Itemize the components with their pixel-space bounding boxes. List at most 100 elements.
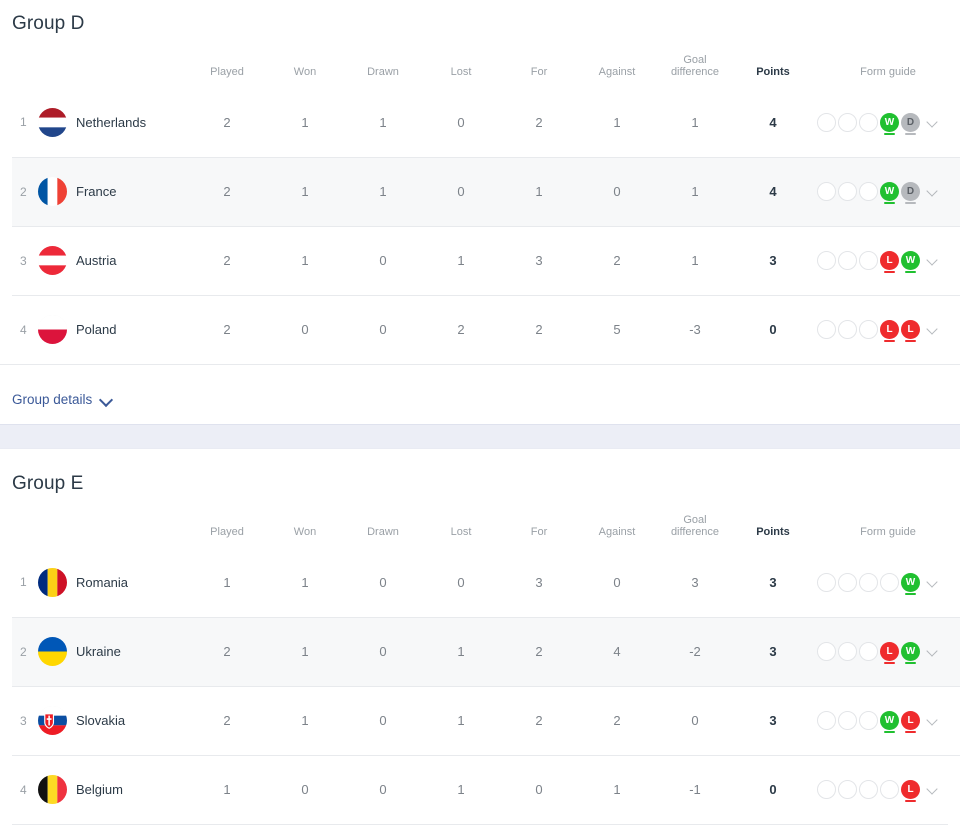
- row-points: 3: [734, 685, 812, 755]
- form-pip-empty: [838, 642, 857, 661]
- slovakia-flag: [38, 706, 67, 735]
- form-pip-w: W: [901, 251, 920, 273]
- form-pip-empty: [859, 251, 878, 270]
- form-pip-l: L: [901, 320, 920, 343]
- row-rank: 1: [20, 575, 27, 590]
- chevron-down-icon[interactable]: [927, 324, 938, 335]
- form-pip-w: W: [880, 112, 899, 135]
- row-lost: 1: [422, 685, 500, 755]
- table-row[interactable]: 2 Ukraine 2 1 0 1 2 4 -2 3 L W: [12, 616, 960, 686]
- row-against: 1: [613, 114, 621, 130]
- row-drawn: 0: [344, 754, 422, 824]
- goal-difference-line-1: Goal: [683, 514, 707, 526]
- form-pip-empty: [880, 780, 899, 800]
- team-name: Netherlands: [76, 114, 147, 130]
- form-pip-empty: [838, 711, 857, 730]
- row-form-guide: WD: [812, 156, 960, 226]
- row-played: 2: [188, 225, 266, 295]
- form-pips: WD: [817, 112, 920, 135]
- row-for: 0: [500, 754, 578, 824]
- poland-flag: [38, 315, 67, 345]
- chevron-down-icon[interactable]: [927, 646, 938, 657]
- bottom-divider: [12, 824, 948, 825]
- row-against: 4: [578, 616, 656, 686]
- row-goal-difference: 0: [656, 685, 734, 755]
- chevron-down-icon[interactable]: [927, 186, 938, 197]
- austria-flag: [38, 246, 67, 275]
- table-row[interactable]: 4 Belgium 1 0 0 1 0 1 -1 0 L: [12, 754, 960, 824]
- team-cell: Poland: [38, 315, 187, 345]
- column-header-points: Points: [756, 526, 790, 538]
- form-guide-cell: LL: [813, 320, 960, 343]
- form-pip-w: W: [880, 711, 899, 733]
- row-team: Ukraine: [38, 616, 188, 686]
- column-header-played: Played: [210, 66, 244, 78]
- goal-difference-line-2: difference: [670, 526, 720, 538]
- chevron-down-icon[interactable]: [927, 117, 938, 128]
- column-header-drawn: Drawn: [367, 526, 399, 538]
- groups-container: Group D Played Won Drawn Lost For Against Goal d…: [0, 0, 960, 825]
- form-pip-w: W: [880, 182, 899, 204]
- table-row[interactable]: 1 Romania 1 1 0 0 3 0 3 3 W: [12, 548, 960, 617]
- row-for: 3: [535, 574, 543, 590]
- column-header-form-guide: Form guide: [860, 66, 916, 78]
- row-team: Poland: [38, 294, 188, 364]
- form-pip-w: W: [901, 572, 920, 595]
- form-pip-empty: [859, 642, 878, 661]
- group-group-e: Group E Played Won Drawn Lost For Against Goal d…: [0, 460, 960, 824]
- chevron-down-icon[interactable]: [927, 715, 938, 726]
- form-guide-cell: WD: [813, 112, 960, 135]
- row-for: 2: [500, 685, 578, 755]
- standings-table: Played Won Drawn Lost For Against Goal differen…: [12, 510, 960, 824]
- row-drawn: 0: [379, 574, 387, 590]
- row-points: 4: [769, 114, 777, 130]
- row-lost: 0: [422, 156, 500, 226]
- column-header-won: Won: [293, 66, 317, 78]
- team-cell: Austria: [38, 246, 187, 275]
- table-row[interactable]: 3 Slovakia 2 1 0 1 2 2 0 3 W L: [12, 685, 960, 755]
- row-drawn: 1: [344, 156, 422, 226]
- chevron-down-icon[interactable]: [927, 255, 938, 266]
- team-name: Austria: [76, 253, 117, 268]
- row-points: 3: [734, 616, 812, 686]
- row-for: 1: [500, 156, 578, 226]
- row-lost: 0: [457, 114, 465, 130]
- table-row[interactable]: 2 France 2 1 1 0 1 0 1 4 W D: [12, 156, 960, 226]
- team-name: Romania: [76, 574, 129, 590]
- form-pip-empty: [817, 182, 836, 201]
- column-header-for: For: [530, 66, 548, 78]
- column-header-rank: [12, 50, 38, 88]
- row-goal-difference: 3: [691, 574, 699, 590]
- team-cell: Romania: [38, 567, 187, 597]
- group-details-link[interactable]: Group details: [12, 392, 112, 407]
- form-pip-empty: [817, 711, 836, 730]
- column-header-team: [38, 50, 188, 88]
- form-pip-w: W: [901, 642, 920, 664]
- form-pip-l: L: [880, 642, 899, 664]
- column-header-won: Won: [293, 526, 317, 538]
- group-group-d: Group D Played Won Drawn Lost For Against Goal d…: [0, 0, 960, 364]
- chevron-down-icon[interactable]: [927, 577, 938, 588]
- table-row[interactable]: 4 Poland 2 0 0 2 2 5 -3 0 L L: [12, 294, 960, 364]
- form-pip-empty: [838, 251, 857, 270]
- table-row[interactable]: 3 Austria 2 1 0 1 3 2 1 3 L W: [12, 225, 960, 295]
- group-details-label: Group details: [12, 392, 93, 407]
- row-rank: 2: [12, 616, 38, 686]
- row-rank: 2: [12, 156, 38, 226]
- row-form-guide: LW: [812, 616, 960, 686]
- column-header-for: For: [530, 526, 548, 538]
- row-played: 1: [188, 754, 266, 824]
- standings-page: Group D Played Won Drawn Lost For Against Goal d…: [0, 0, 960, 825]
- row-team: Netherlands: [38, 88, 188, 157]
- row-played: 2: [223, 114, 231, 130]
- form-pip-empty: [838, 320, 857, 340]
- column-header-played: Played: [210, 526, 244, 538]
- france-flag: [38, 177, 67, 206]
- column-header-goal-difference: Goal difference: [656, 50, 734, 88]
- table-row[interactable]: 1 Netherlands 2 1 1 0 2 1 1 4 W D: [12, 88, 960, 157]
- row-form-guide: LL: [812, 294, 960, 364]
- form-pip-empty: [817, 572, 836, 592]
- team-cell: Netherlands: [38, 107, 187, 137]
- chevron-down-icon[interactable]: [927, 784, 938, 795]
- row-form-guide: L: [812, 754, 960, 824]
